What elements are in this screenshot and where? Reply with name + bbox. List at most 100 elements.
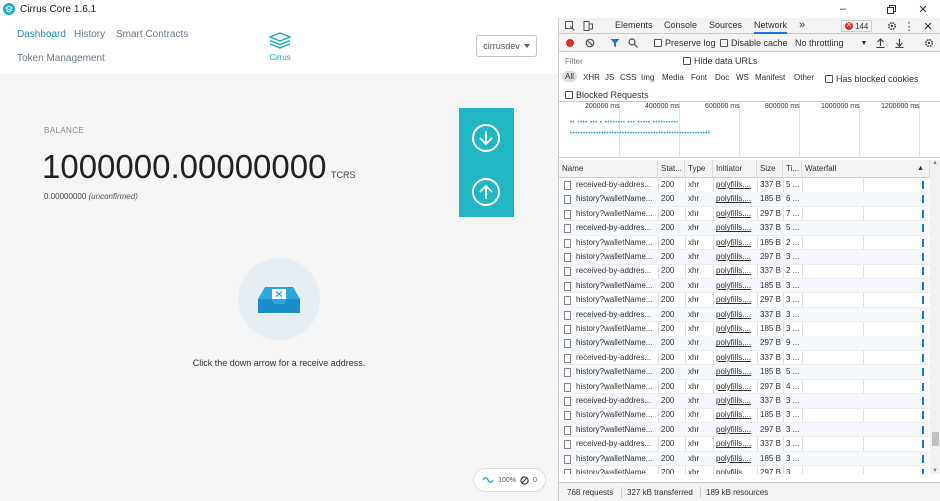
table-row[interactable]: history?walletName... 200 xhr polyfills....… — [559, 192, 930, 207]
table-row[interactable]: history?walletName... 200 xhr polyfills....… — [559, 322, 930, 337]
filter-funnel-icon[interactable] — [610, 34, 620, 52]
request-initiator[interactable]: polyfills.... — [716, 178, 756, 192]
account-dropdown[interactable]: cirrusdev — [476, 35, 537, 57]
network-settings-gear-icon[interactable] — [924, 34, 934, 52]
hide-data-urls-checkbox[interactable]: Hide data URLs — [683, 52, 758, 70]
more-options-icon[interactable]: ⋮ — [903, 18, 915, 34]
request-initiator[interactable]: polyfills.... — [716, 351, 756, 365]
table-row[interactable]: history?walletName... 200 xhr polyfills....… — [559, 422, 930, 438]
nav-history[interactable]: History — [74, 29, 105, 40]
restore-icon[interactable] — [876, 0, 906, 18]
search-icon[interactable] — [628, 34, 638, 52]
has-blocked-cookies-checkbox[interactable]: Has blocked cookies — [825, 70, 919, 87]
request-initiator[interactable]: polyfills.... — [716, 408, 756, 422]
request-initiator[interactable]: polyfills.... — [716, 452, 756, 466]
throttling-select[interactable]: No throttling ▼ — [795, 34, 867, 52]
import-har-icon[interactable] — [876, 34, 885, 52]
request-initiator[interactable]: polyfills.... — [716, 423, 756, 437]
receive-button[interactable] — [472, 124, 500, 152]
tab-sources[interactable]: Sources — [709, 18, 742, 34]
table-row[interactable]: received-by-addres... 200 xhr polyfills....… — [559, 394, 930, 409]
table-row[interactable]: received-by-addres... 200 xhr polyfills....… — [559, 437, 930, 452]
network-overview-timeline[interactable]: 200000 ms 400000 ms 600000 ms 800000 ms … — [559, 102, 940, 158]
request-initiator[interactable]: polyfills.... — [716, 250, 756, 264]
request-initiator[interactable]: polyfills.... — [716, 466, 756, 474]
device-toolbar-icon[interactable] — [581, 18, 595, 34]
table-row[interactable]: history?walletName... 200 xhr polyfills....… — [559, 293, 930, 308]
table-row[interactable]: received-by-addres... 200 xhr polyfills....… — [559, 178, 930, 193]
preserve-log-checkbox[interactable]: Preserve log — [654, 34, 716, 52]
type-manifest[interactable]: Manifest — [755, 73, 785, 82]
column-time[interactable]: Ti... — [783, 160, 802, 178]
request-initiator[interactable]: polyfills.... — [716, 207, 756, 221]
column-waterfall[interactable]: Waterfall ▲ — [802, 160, 930, 178]
request-initiator[interactable]: polyfills.... — [716, 221, 756, 235]
send-button[interactable] — [472, 178, 500, 206]
scroll-down-icon[interactable]: ▼ — [932, 468, 938, 474]
request-initiator[interactable]: polyfills.... — [716, 365, 756, 379]
type-css[interactable]: CSS — [620, 73, 636, 82]
disable-cache-checkbox[interactable]: Disable cache — [720, 34, 788, 52]
error-count-badge[interactable]: ✕ 144 — [841, 20, 873, 32]
export-har-icon[interactable] — [895, 34, 904, 52]
request-initiator[interactable]: polyfills.... — [716, 264, 756, 278]
type-js[interactable]: JS — [605, 73, 614, 82]
record-icon[interactable] — [565, 34, 575, 52]
column-initiator[interactable]: Initiator — [713, 160, 757, 178]
request-initiator[interactable]: polyfills.... — [716, 322, 756, 336]
settings-gear-icon[interactable] — [885, 18, 899, 34]
table-row[interactable]: history?walletName... 200 xhr polyfills....… — [559, 466, 930, 474]
table-row[interactable]: received-by-addres... 200 xhr polyfills....… — [559, 351, 930, 366]
type-ws[interactable]: WS — [736, 73, 749, 82]
table-row[interactable]: received-by-addres... 200 xhr polyfills....… — [559, 221, 930, 236]
table-row[interactable]: received-by-addres... 200 xhr polyfills....… — [559, 264, 930, 279]
nav-smart-contracts[interactable]: Smart Contracts — [116, 29, 188, 40]
table-scrollbar[interactable]: ▲ ▼ — [930, 160, 940, 474]
table-row[interactable]: history?walletName... 200 xhr polyfills....… — [559, 250, 930, 265]
column-type[interactable]: Type — [685, 160, 713, 178]
table-row[interactable]: history?walletName... 200 xhr polyfills....… — [559, 380, 930, 395]
column-status[interactable]: Stat... — [658, 160, 685, 178]
request-initiator[interactable]: polyfills.... — [716, 279, 756, 293]
type-font[interactable]: Font — [691, 73, 707, 82]
type-media[interactable]: Media — [662, 73, 684, 82]
request-initiator[interactable]: polyfills.... — [716, 308, 756, 322]
table-row[interactable]: history?walletName... 200 xhr polyfills....… — [559, 408, 930, 423]
column-size[interactable]: Size — [757, 160, 783, 178]
scroll-up-icon[interactable]: ▲ — [932, 160, 938, 166]
request-initiator[interactable]: polyfills.... — [716, 192, 756, 206]
table-row[interactable]: history?walletName... 200 xhr polyfills....… — [559, 207, 930, 222]
table-row[interactable]: received-by-addres... 200 xhr polyfills....… — [559, 307, 930, 323]
connection-status[interactable]: 100% 0 — [473, 468, 546, 492]
request-initiator[interactable]: polyfills.... — [716, 394, 756, 408]
table-row[interactable]: history?walletName... 200 xhr polyfills....… — [559, 336, 930, 351]
table-row[interactable]: history?walletName... 200 xhr polyfills....… — [559, 451, 930, 467]
more-tabs-icon[interactable]: » — [799, 18, 805, 34]
request-initiator[interactable]: polyfills.... — [716, 236, 756, 250]
table-row[interactable]: history?walletName... 200 xhr polyfills....… — [559, 365, 930, 380]
table-row[interactable]: history?walletName... 200 xhr polyfills....… — [559, 278, 930, 294]
tab-elements[interactable]: Elements — [615, 18, 653, 34]
table-row[interactable]: history?walletName... 200 xhr polyfills....… — [559, 236, 930, 251]
column-name[interactable]: Name — [559, 160, 658, 178]
minimize-icon[interactable]: – — [828, 0, 858, 18]
close-devtools-icon[interactable]: ✕ — [921, 18, 935, 34]
type-img[interactable]: Img — [641, 73, 654, 82]
type-all[interactable]: All — [562, 71, 577, 82]
request-initiator[interactable]: polyfills.... — [716, 437, 756, 451]
scroll-thumb[interactable] — [932, 432, 939, 446]
request-initiator[interactable]: polyfills.... — [716, 336, 756, 350]
type-doc[interactable]: Doc — [715, 73, 729, 82]
nav-token-management[interactable]: Token Management — [17, 53, 105, 64]
filter-input[interactable]: Filter — [561, 54, 676, 67]
request-initiator[interactable]: polyfills.... — [716, 293, 756, 307]
tab-network[interactable]: Network — [754, 18, 788, 34]
request-initiator[interactable]: polyfills.... — [716, 380, 756, 394]
close-window-icon[interactable]: ✕ — [908, 0, 938, 18]
type-xhr[interactable]: XHR — [583, 73, 600, 82]
blocked-requests-checkbox[interactable]: Blocked Requests — [565, 87, 649, 102]
type-other[interactable]: Other — [794, 73, 814, 82]
tab-console[interactable]: Console — [664, 18, 697, 34]
clear-icon[interactable] — [585, 34, 595, 52]
nav-dashboard[interactable]: Dashboard — [17, 29, 66, 40]
